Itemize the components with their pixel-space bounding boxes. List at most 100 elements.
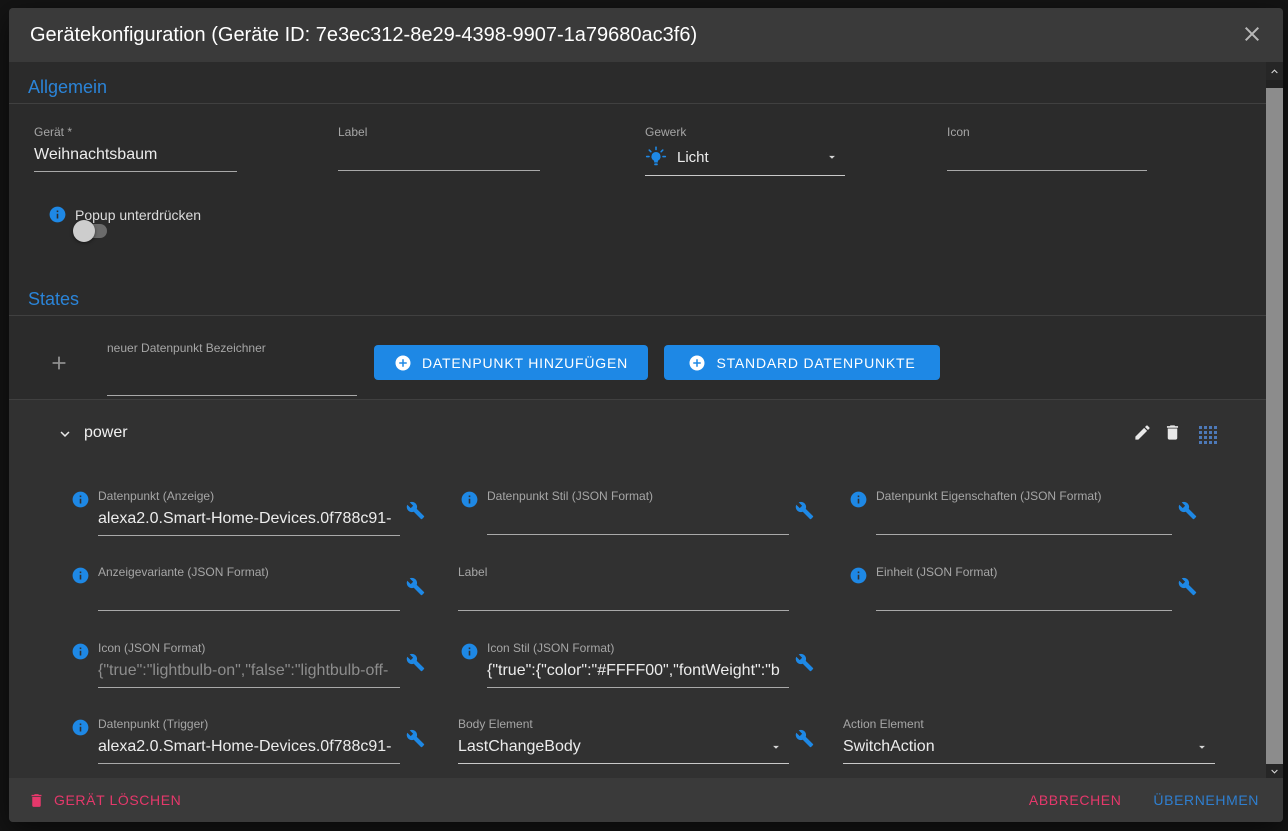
info-icon[interactable] bbox=[460, 490, 479, 509]
standard-datapoints-button-label: STANDARD DATENPUNKTE bbox=[716, 355, 915, 371]
datenpunkt-anzeige-input[interactable] bbox=[98, 507, 400, 536]
info-icon[interactable] bbox=[71, 490, 90, 509]
field-label: Body Element bbox=[458, 717, 789, 731]
close-icon[interactable] bbox=[1240, 22, 1264, 46]
body-element-select[interactable]: LastChangeBody bbox=[458, 735, 789, 764]
scroll-down-button[interactable] bbox=[1266, 764, 1283, 778]
add-circle-icon bbox=[394, 354, 412, 372]
field-label: Action Element bbox=[843, 717, 1215, 731]
delete-trash-icon bbox=[28, 792, 45, 809]
wrench-icon[interactable] bbox=[795, 729, 814, 748]
popup-suppress-toggle[interactable] bbox=[73, 220, 109, 242]
action-element-select[interactable]: SwitchAction bbox=[843, 735, 1215, 764]
section-heading-states: States bbox=[28, 289, 79, 310]
wrench-icon[interactable] bbox=[406, 729, 425, 748]
field-datenpunkt-stil: Datenpunkt Stil (JSON Format) bbox=[460, 489, 814, 535]
icon-stil-input[interactable] bbox=[487, 659, 789, 688]
toggle-thumb bbox=[73, 220, 95, 242]
drag-handle-icon[interactable] bbox=[1199, 426, 1217, 444]
standard-datapoints-button[interactable]: STANDARD DATENPUNKTE bbox=[664, 345, 940, 380]
icon-json-input[interactable] bbox=[98, 659, 400, 688]
wrench-icon[interactable] bbox=[406, 577, 425, 596]
delete-device-button[interactable]: GERÄT LÖSCHEN bbox=[28, 792, 181, 809]
wrench-icon[interactable] bbox=[795, 501, 814, 520]
body-element-value: LastChangeBody bbox=[458, 738, 769, 756]
field-body-element: Body Element LastChangeBody bbox=[458, 717, 814, 764]
info-icon[interactable] bbox=[849, 490, 868, 509]
delete-device-label: GERÄT LÖSCHEN bbox=[54, 792, 181, 808]
dialog-title: Gerätekonfiguration (Geräte ID: 7e3ec312… bbox=[30, 8, 697, 62]
field-action-element: Action Element SwitchAction bbox=[843, 717, 1215, 764]
info-icon[interactable] bbox=[849, 566, 868, 585]
edit-pencil-icon[interactable] bbox=[1133, 423, 1152, 442]
lightbulb-icon bbox=[645, 146, 667, 168]
dialog-footer: GERÄT LÖSCHEN ABBRECHEN ÜBERNEHMEN bbox=[9, 778, 1283, 822]
apply-button[interactable]: ÜBERNEHMEN bbox=[1153, 792, 1259, 808]
label-field: Label bbox=[338, 125, 540, 171]
field-datenpunkt-trigger: Datenpunkt (Trigger) bbox=[71, 717, 425, 764]
state-label-input[interactable] bbox=[458, 583, 789, 611]
field-label: Anzeigevariante (JSON Format) bbox=[98, 565, 400, 579]
chevron-down-icon bbox=[769, 740, 783, 754]
field-icon-stil: Icon Stil (JSON Format) bbox=[460, 641, 814, 688]
icon-input[interactable] bbox=[947, 143, 1147, 171]
field-label: Einheit (JSON Format) bbox=[876, 565, 1172, 579]
new-datapoint-field: neuer Datenpunkt Bezeichner bbox=[107, 341, 357, 396]
section-heading-allgemein: Allgemein bbox=[28, 77, 107, 98]
info-icon[interactable] bbox=[71, 718, 90, 737]
field-label: Label bbox=[458, 565, 789, 579]
field-einheit: Einheit (JSON Format) bbox=[849, 565, 1197, 611]
wrench-icon[interactable] bbox=[1178, 501, 1197, 520]
chevron-down-icon bbox=[1195, 740, 1209, 754]
datenpunkt-trigger-input[interactable] bbox=[98, 735, 400, 764]
wrench-icon[interactable] bbox=[1178, 577, 1197, 596]
datenpunkt-stil-input[interactable] bbox=[487, 507, 789, 535]
info-icon[interactable] bbox=[460, 642, 479, 661]
divider bbox=[9, 315, 1266, 316]
wrench-icon[interactable] bbox=[406, 501, 425, 520]
wrench-icon[interactable] bbox=[406, 653, 425, 672]
add-datapoint-button[interactable]: DATENPUNKT HINZUFÜGEN bbox=[374, 345, 648, 380]
add-icon[interactable] bbox=[48, 352, 70, 374]
info-icon[interactable] bbox=[48, 205, 67, 224]
label-label: Label bbox=[338, 125, 540, 139]
new-datapoint-input[interactable] bbox=[107, 359, 357, 396]
field-datenpunkt-anzeige: Datenpunkt (Anzeige) bbox=[71, 489, 425, 536]
gewerk-label: Gewerk bbox=[645, 125, 845, 139]
info-icon[interactable] bbox=[71, 566, 90, 585]
add-circle-icon bbox=[688, 354, 706, 372]
collapse-chevron-icon[interactable] bbox=[56, 425, 74, 443]
field-label: Icon (JSON Format) bbox=[98, 641, 400, 655]
field-icon-json: Icon (JSON Format) bbox=[71, 641, 425, 688]
info-icon[interactable] bbox=[71, 642, 90, 661]
cancel-button[interactable]: ABBRECHEN bbox=[1029, 792, 1122, 808]
dialog-titlebar: Gerätekonfiguration (Geräte ID: 7e3ec312… bbox=[9, 8, 1283, 62]
field-label: Icon Stil (JSON Format) bbox=[487, 641, 789, 655]
gewerk-field: Gewerk Licht bbox=[645, 125, 845, 176]
field-label: Datenpunkt Eigenschaften (JSON Format) bbox=[876, 489, 1172, 503]
action-element-value: SwitchAction bbox=[843, 738, 1195, 756]
add-datapoint-button-label: DATENPUNKT HINZUFÜGEN bbox=[422, 355, 628, 371]
field-datenpunkt-eigenschaften: Datenpunkt Eigenschaften (JSON Format) bbox=[849, 489, 1197, 535]
scrollbar-thumb[interactable] bbox=[1266, 88, 1283, 765]
scroll-up-button[interactable] bbox=[1266, 62, 1283, 80]
geraet-input[interactable] bbox=[34, 143, 237, 172]
device-config-dialog: Gerätekonfiguration (Geräte ID: 7e3ec312… bbox=[9, 8, 1283, 822]
gewerk-value: Licht bbox=[677, 149, 825, 166]
field-label: Datenpunkt (Anzeige) bbox=[98, 489, 400, 503]
einheit-input[interactable] bbox=[876, 583, 1172, 611]
wrench-icon[interactable] bbox=[795, 653, 814, 672]
divider bbox=[9, 103, 1266, 104]
delete-trash-icon[interactable] bbox=[1163, 423, 1182, 442]
datenpunkt-eigenschaften-input[interactable] bbox=[876, 507, 1172, 535]
geraet-label: Gerät * bbox=[34, 125, 237, 139]
power-panel-title: power bbox=[84, 424, 128, 442]
field-label: Datenpunkt Stil (JSON Format) bbox=[487, 489, 789, 503]
gewerk-select[interactable]: Licht bbox=[645, 143, 845, 176]
chevron-down-icon bbox=[825, 150, 839, 164]
anzeigevariante-input[interactable] bbox=[98, 583, 400, 611]
field-label: Datenpunkt (Trigger) bbox=[98, 717, 400, 731]
field-state-label: Label bbox=[458, 565, 789, 611]
label-input[interactable] bbox=[338, 143, 540, 171]
field-anzeigevariante: Anzeigevariante (JSON Format) bbox=[71, 565, 425, 611]
